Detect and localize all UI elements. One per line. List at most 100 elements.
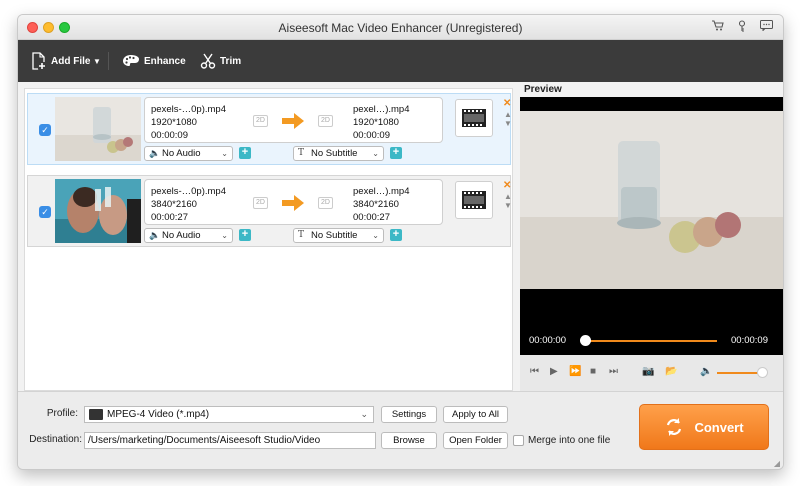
- source-resolution: 3840*2160: [151, 199, 197, 210]
- source-info: pexels-…0p).mp4 3840*2160 00:00:27: [151, 185, 226, 224]
- skip-back-icon[interactable]: ⏮: [530, 366, 539, 377]
- file-list: ✓ pexels-…0p).mp4 1920*1080 00:00:09 2D …: [24, 88, 513, 391]
- seek-track[interactable]: [584, 340, 717, 342]
- source-filename: pexels-…0p).mp4: [151, 104, 226, 115]
- audio-track-value: No Audio: [162, 148, 201, 159]
- folder-icon[interactable]: 📂: [665, 366, 677, 377]
- key-icon[interactable]: [737, 20, 747, 35]
- preview-player[interactable]: 00:00:00 00:00:09: [520, 97, 783, 355]
- profile-select[interactable]: MPEG-4 Video (*.mp4) ⌄: [84, 406, 374, 423]
- move-down-button[interactable]: ▼: [504, 201, 512, 210]
- add-file-dropdown[interactable]: ▼: [93, 40, 101, 82]
- subtitle-select[interactable]: T No Subtitle ⌄: [293, 146, 384, 161]
- file-checkbox[interactable]: ✓: [39, 206, 51, 218]
- output-info: pexel…).mp4 1920*1080 00:00:09: [353, 103, 410, 142]
- output-filename: pexel…).mp4: [353, 104, 410, 115]
- source-duration: 00:00:09: [151, 130, 188, 141]
- chevron-down-icon: ⌄: [221, 149, 228, 158]
- resize-grip-icon[interactable]: ◢: [774, 459, 780, 468]
- merge-checkbox[interactable]: [513, 435, 524, 446]
- camera-icon[interactable]: 📷: [642, 366, 654, 377]
- trim-button[interactable]: Trim: [200, 40, 241, 82]
- audio-track-select[interactable]: 🔈 No Audio ⌄: [144, 228, 233, 243]
- app-window: Aiseesoft Mac Video Enhancer (Unregister…: [17, 14, 784, 470]
- remove-file-button[interactable]: ✕: [503, 98, 511, 109]
- volume-icon[interactable]: 🔈: [700, 366, 712, 377]
- convert-button[interactable]: Convert: [639, 404, 769, 450]
- window-title: Aiseesoft Mac Video Enhancer (Unregister…: [278, 21, 523, 35]
- video-thumbnail[interactable]: [55, 97, 141, 161]
- skip-forward-icon[interactable]: ⏭: [609, 366, 618, 377]
- enhance-button[interactable]: Enhance: [122, 40, 186, 82]
- preview-frame: [520, 97, 783, 289]
- output-filename: pexel…).mp4: [353, 186, 410, 197]
- add-file-label: Add File: [51, 55, 91, 67]
- add-subtitle-button[interactable]: +: [390, 147, 402, 159]
- open-folder-button[interactable]: Open Folder: [443, 432, 508, 449]
- output-resolution: 3840*2160: [353, 199, 399, 210]
- file-checkbox[interactable]: ✓: [39, 124, 51, 136]
- browse-button[interactable]: Browse: [381, 432, 437, 449]
- add-subtitle-button[interactable]: +: [390, 229, 402, 241]
- volume-handle[interactable]: [757, 367, 769, 378]
- source-filename: pexels-…0p).mp4: [151, 186, 226, 197]
- current-time: 00:00:00: [529, 335, 566, 346]
- total-time: 00:00:09: [731, 335, 768, 346]
- preview-label: Preview: [524, 84, 562, 95]
- move-down-button[interactable]: ▼: [504, 119, 512, 128]
- output-2d-badge: 2D: [318, 197, 333, 209]
- output-format-button[interactable]: [455, 99, 493, 137]
- apply-to-all-button[interactable]: Apply to All: [443, 406, 508, 423]
- move-up-button[interactable]: ▲: [504, 110, 512, 119]
- trim-label: Trim: [220, 55, 242, 67]
- destination-input[interactable]: /Users/marketing/Documents/Aiseesoft Stu…: [84, 432, 376, 449]
- speaker-icon: 🔈: [149, 148, 161, 158]
- merge-label: Merge into one file: [528, 435, 611, 446]
- add-audio-button[interactable]: +: [239, 229, 251, 241]
- source-resolution: 1920*1080: [151, 117, 197, 128]
- subtitle-select[interactable]: T No Subtitle ⌄: [293, 228, 384, 243]
- audio-track-value: No Audio: [162, 230, 201, 241]
- file-info-box: pexels-…0p).mp4 1920*1080 00:00:09 2D 2D…: [144, 97, 443, 143]
- remove-file-button[interactable]: ✕: [503, 180, 511, 191]
- audio-track-select[interactable]: 🔈 No Audio ⌄: [144, 146, 233, 161]
- stop-icon[interactable]: ■: [590, 366, 596, 377]
- move-up-button[interactable]: ▲: [504, 192, 512, 201]
- mpeg-format-icon: [89, 409, 103, 420]
- cart-icon[interactable]: [712, 20, 724, 34]
- output-duration: 00:00:09: [353, 130, 390, 141]
- fast-forward-icon[interactable]: ⏩: [569, 366, 581, 377]
- add-file-button[interactable]: Add File: [31, 40, 90, 82]
- arrow-right-icon: [282, 113, 304, 129]
- destination-label: Destination:: [29, 434, 82, 445]
- subtitle-value: No Subtitle: [311, 148, 358, 159]
- profile-label: Profile:: [46, 408, 78, 419]
- preview-timebar: 00:00:00 00:00:09: [520, 325, 783, 355]
- play-icon[interactable]: ▶: [550, 366, 558, 377]
- add-file-icon: [32, 52, 46, 70]
- text-icon: T: [298, 230, 305, 240]
- playback-controls: ⏮ ▶ ⏩ ■ ⏭ 📷 📂 🔈: [520, 355, 783, 391]
- source-duration: 00:00:27: [151, 212, 188, 223]
- arrow-right-icon: [282, 195, 304, 211]
- chevron-down-icon: ⌄: [360, 409, 368, 419]
- chat-icon[interactable]: [760, 20, 773, 34]
- output-format-button[interactable]: [455, 181, 493, 219]
- settings-button[interactable]: Settings: [381, 406, 437, 423]
- enhance-palette-icon: [123, 55, 139, 66]
- toolbar: Add File ▼ Enhance Trim: [18, 40, 783, 82]
- enhance-label: Enhance: [144, 55, 186, 67]
- file-row[interactable]: ✓ pexels-…0p).mp4 3840*2160 00:00:27 2D …: [27, 175, 512, 247]
- file-info-box: pexels-…0p).mp4 3840*2160 00:00:27 2D 2D…: [144, 179, 443, 225]
- source-2d-badge: 2D: [253, 197, 268, 209]
- chevron-down-icon: ⌄: [372, 149, 379, 158]
- convert-label: Convert: [694, 419, 744, 435]
- text-icon: T: [298, 148, 305, 158]
- file-row[interactable]: ✓ pexels-…0p).mp4 1920*1080 00:00:09 2D …: [27, 93, 512, 165]
- seek-handle[interactable]: [580, 335, 591, 346]
- video-thumbnail[interactable]: [55, 179, 141, 243]
- source-info: pexels-…0p).mp4 1920*1080 00:00:09: [151, 103, 226, 142]
- output-2d-badge: 2D: [318, 115, 333, 127]
- film-strip-icon: [462, 109, 486, 127]
- add-audio-button[interactable]: +: [239, 147, 251, 159]
